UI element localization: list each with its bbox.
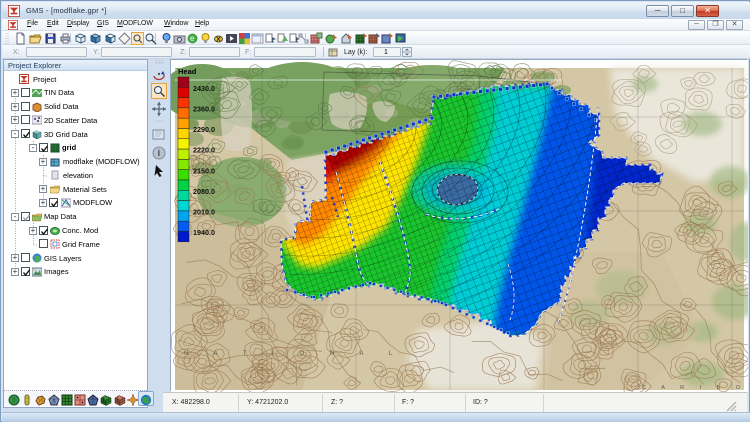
svg-text:Head: Head: [178, 67, 197, 76]
svg-text:2290.0: 2290.0: [193, 125, 215, 134]
svg-text:i: i: [158, 148, 161, 158]
svg-text:1940.0: 1940.0: [193, 228, 215, 237]
svg-text:e: e: [190, 34, 195, 43]
svg-text:2010.0: 2010.0: [193, 208, 215, 217]
svg-text:2150.0: 2150.0: [193, 166, 215, 175]
svg-text:2080.0: 2080.0: [193, 187, 215, 196]
svg-text:2430.0: 2430.0: [193, 84, 215, 93]
svg-text:C A R I B O U: C A R I B O U: [642, 385, 748, 391]
svg-text:N A T I O N A L: N A T I O N A L: [184, 351, 404, 357]
svg-text:2220.0: 2220.0: [193, 146, 215, 155]
svg-text:2360.0: 2360.0: [193, 105, 215, 114]
